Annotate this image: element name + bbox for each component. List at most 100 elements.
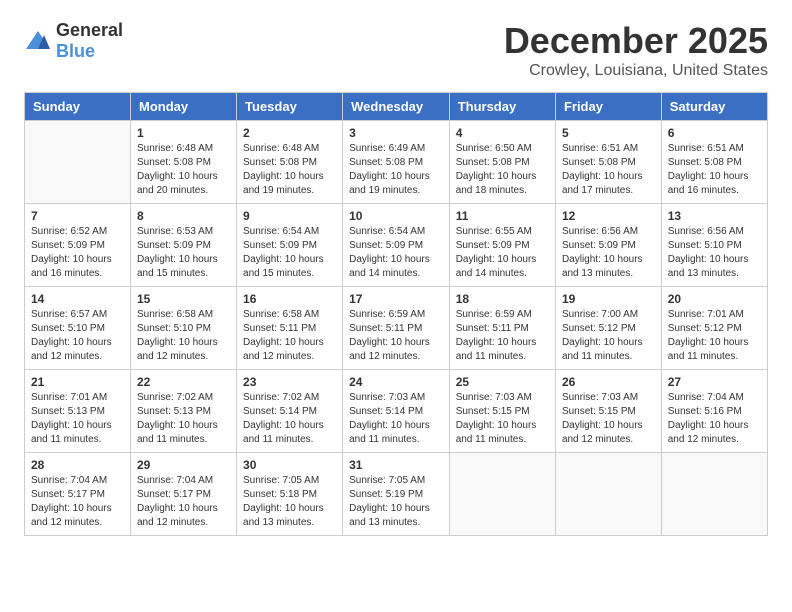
day-number: 30 bbox=[243, 458, 336, 472]
day-info: Sunrise: 6:54 AM Sunset: 5:09 PM Dayligh… bbox=[243, 225, 336, 281]
day-info: Sunrise: 7:01 AM Sunset: 5:13 PM Dayligh… bbox=[31, 391, 124, 447]
day-cell: 6 Sunrise: 6:51 AM Sunset: 5:08 PM Daylig… bbox=[661, 121, 767, 204]
day-number: 12 bbox=[562, 209, 655, 223]
day-info: Sunrise: 7:05 AM Sunset: 5:18 PM Dayligh… bbox=[243, 474, 336, 530]
day-cell: 22 Sunrise: 7:02 AM Sunset: 5:13 PM Dayli… bbox=[130, 370, 236, 453]
day-number: 6 bbox=[668, 126, 761, 140]
day-cell: 19Sunrise: 7:00 AM Sunset: 5:12 PM Dayli… bbox=[555, 287, 661, 370]
day-info: Sunrise: 6:51 AM Sunset: 5:08 PM Dayligh… bbox=[668, 142, 761, 198]
day-info: Sunrise: 7:04 AM Sunset: 5:17 PM Dayligh… bbox=[137, 474, 230, 530]
day-number: 9 bbox=[243, 209, 336, 223]
day-cell: 7 Sunrise: 6:52 AM Sunset: 5:09 PM Daylig… bbox=[25, 204, 131, 287]
day-number: 29 bbox=[137, 458, 230, 472]
header-wednesday: Wednesday bbox=[343, 93, 450, 121]
day-number: 7 bbox=[31, 209, 124, 223]
day-cell: 21 Sunrise: 7:01 AM Sunset: 5:13 PM Dayli… bbox=[25, 370, 131, 453]
day-info: Sunrise: 6:58 AM Sunset: 5:11 PM Dayligh… bbox=[243, 308, 336, 364]
day-number: 23 bbox=[243, 375, 336, 389]
day-number: 13 bbox=[668, 209, 761, 223]
day-info: Sunrise: 7:01 AM Sunset: 5:12 PM Dayligh… bbox=[668, 308, 761, 364]
day-cell: 9 Sunrise: 6:54 AM Sunset: 5:09 PM Daylig… bbox=[237, 204, 343, 287]
location: Crowley, Louisiana, United States bbox=[504, 62, 768, 80]
day-info: Sunrise: 6:48 AM Sunset: 5:08 PM Dayligh… bbox=[243, 142, 336, 198]
calendar-header-row: SundayMondayTuesdayWednesdayThursdayFrid… bbox=[25, 93, 768, 121]
day-info: Sunrise: 6:48 AM Sunset: 5:08 PM Dayligh… bbox=[137, 142, 230, 198]
day-cell: 12 Sunrise: 6:56 AM Sunset: 5:09 PM Dayli… bbox=[555, 204, 661, 287]
day-info: Sunrise: 6:56 AM Sunset: 5:09 PM Dayligh… bbox=[562, 225, 655, 281]
day-number: 22 bbox=[137, 375, 230, 389]
day-info: Sunrise: 6:55 AM Sunset: 5:09 PM Dayligh… bbox=[456, 225, 549, 281]
day-cell: 17 Sunrise: 6:59 AM Sunset: 5:11 PM Dayli… bbox=[343, 287, 450, 370]
day-cell bbox=[661, 453, 767, 536]
day-info: Sunrise: 7:03 AM Sunset: 5:14 PM Dayligh… bbox=[349, 391, 443, 447]
day-number: 2 bbox=[243, 126, 336, 140]
day-cell bbox=[25, 121, 131, 204]
day-cell: 28 Sunrise: 7:04 AM Sunset: 5:17 PM Dayli… bbox=[25, 453, 131, 536]
day-cell: 14 Sunrise: 6:57 AM Sunset: 5:10 PM Dayli… bbox=[25, 287, 131, 370]
day-cell: 2 Sunrise: 6:48 AM Sunset: 5:08 PM Daylig… bbox=[237, 121, 343, 204]
day-cell: 30 Sunrise: 7:05 AM Sunset: 5:18 PM Dayli… bbox=[237, 453, 343, 536]
day-cell: 29 Sunrise: 7:04 AM Sunset: 5:17 PM Dayli… bbox=[130, 453, 236, 536]
week-row-3: 14 Sunrise: 6:57 AM Sunset: 5:10 PM Dayli… bbox=[25, 287, 768, 370]
month-title: December 2025 bbox=[504, 20, 768, 62]
header-thursday: Thursday bbox=[449, 93, 555, 121]
day-cell: 1 Sunrise: 6:48 AM Sunset: 5:08 PM Daylig… bbox=[130, 121, 236, 204]
logo: General Blue bbox=[24, 20, 123, 62]
day-cell: 13 Sunrise: 6:56 AM Sunset: 5:10 PM Dayli… bbox=[661, 204, 767, 287]
day-info: Sunrise: 6:50 AM Sunset: 5:08 PM Dayligh… bbox=[456, 142, 549, 198]
day-info: Sunrise: 7:03 AM Sunset: 5:15 PM Dayligh… bbox=[456, 391, 549, 447]
calendar-table: SundayMondayTuesdayWednesdayThursdayFrid… bbox=[24, 92, 768, 536]
day-cell: 8 Sunrise: 6:53 AM Sunset: 5:09 PM Daylig… bbox=[130, 204, 236, 287]
day-number: 4 bbox=[456, 126, 549, 140]
day-number: 3 bbox=[349, 126, 443, 140]
header-monday: Monday bbox=[130, 93, 236, 121]
day-number: 24 bbox=[349, 375, 443, 389]
day-info: Sunrise: 7:05 AM Sunset: 5:19 PM Dayligh… bbox=[349, 474, 443, 530]
header: General Blue December 2025 Crowley, Loui… bbox=[24, 20, 768, 80]
day-info: Sunrise: 6:59 AM Sunset: 5:11 PM Dayligh… bbox=[456, 308, 549, 364]
header-sunday: Sunday bbox=[25, 93, 131, 121]
day-number: 27 bbox=[668, 375, 761, 389]
day-number: 17 bbox=[349, 292, 443, 306]
day-info: Sunrise: 6:56 AM Sunset: 5:10 PM Dayligh… bbox=[668, 225, 761, 281]
day-number: 15 bbox=[137, 292, 230, 306]
day-cell: 23Sunrise: 7:02 AM Sunset: 5:14 PM Dayli… bbox=[237, 370, 343, 453]
day-cell: 27 Sunrise: 7:04 AM Sunset: 5:16 PM Dayli… bbox=[661, 370, 767, 453]
day-info: Sunrise: 6:57 AM Sunset: 5:10 PM Dayligh… bbox=[31, 308, 124, 364]
day-info: Sunrise: 7:00 AM Sunset: 5:12 PM Dayligh… bbox=[562, 308, 655, 364]
day-cell: 10 Sunrise: 6:54 AM Sunset: 5:09 PM Dayli… bbox=[343, 204, 450, 287]
day-number: 10 bbox=[349, 209, 443, 223]
day-info: Sunrise: 6:54 AM Sunset: 5:09 PM Dayligh… bbox=[349, 225, 443, 281]
day-number: 18 bbox=[456, 292, 549, 306]
day-info: Sunrise: 7:02 AM Sunset: 5:13 PM Dayligh… bbox=[137, 391, 230, 447]
day-number: 20 bbox=[668, 292, 761, 306]
week-row-1: 1 Sunrise: 6:48 AM Sunset: 5:08 PM Daylig… bbox=[25, 121, 768, 204]
day-cell: 24 Sunrise: 7:03 AM Sunset: 5:14 PM Dayli… bbox=[343, 370, 450, 453]
day-info: Sunrise: 6:53 AM Sunset: 5:09 PM Dayligh… bbox=[137, 225, 230, 281]
day-info: Sunrise: 7:04 AM Sunset: 5:17 PM Dayligh… bbox=[31, 474, 124, 530]
week-row-2: 7 Sunrise: 6:52 AM Sunset: 5:09 PM Daylig… bbox=[25, 204, 768, 287]
logo-blue: Blue bbox=[56, 41, 95, 61]
day-number: 1 bbox=[137, 126, 230, 140]
day-info: Sunrise: 6:58 AM Sunset: 5:10 PM Dayligh… bbox=[137, 308, 230, 364]
day-number: 21 bbox=[31, 375, 124, 389]
day-cell: 3 Sunrise: 6:49 AM Sunset: 5:08 PM Daylig… bbox=[343, 121, 450, 204]
day-info: Sunrise: 6:49 AM Sunset: 5:08 PM Dayligh… bbox=[349, 142, 443, 198]
day-number: 14 bbox=[31, 292, 124, 306]
day-info: Sunrise: 7:04 AM Sunset: 5:16 PM Dayligh… bbox=[668, 391, 761, 447]
day-number: 8 bbox=[137, 209, 230, 223]
day-cell: 16 Sunrise: 6:58 AM Sunset: 5:11 PM Dayli… bbox=[237, 287, 343, 370]
day-number: 26 bbox=[562, 375, 655, 389]
day-number: 28 bbox=[31, 458, 124, 472]
day-info: Sunrise: 6:59 AM Sunset: 5:11 PM Dayligh… bbox=[349, 308, 443, 364]
day-number: 25 bbox=[456, 375, 549, 389]
day-cell bbox=[449, 453, 555, 536]
day-cell: 31Sunrise: 7:05 AM Sunset: 5:19 PM Dayli… bbox=[343, 453, 450, 536]
week-row-5: 28 Sunrise: 7:04 AM Sunset: 5:17 PM Dayli… bbox=[25, 453, 768, 536]
day-info: Sunrise: 6:52 AM Sunset: 5:09 PM Dayligh… bbox=[31, 225, 124, 281]
day-number: 16 bbox=[243, 292, 336, 306]
day-number: 11 bbox=[456, 209, 549, 223]
logo-general: General bbox=[56, 20, 123, 40]
day-info: Sunrise: 7:03 AM Sunset: 5:15 PM Dayligh… bbox=[562, 391, 655, 447]
day-cell: 18 Sunrise: 6:59 AM Sunset: 5:11 PM Dayli… bbox=[449, 287, 555, 370]
